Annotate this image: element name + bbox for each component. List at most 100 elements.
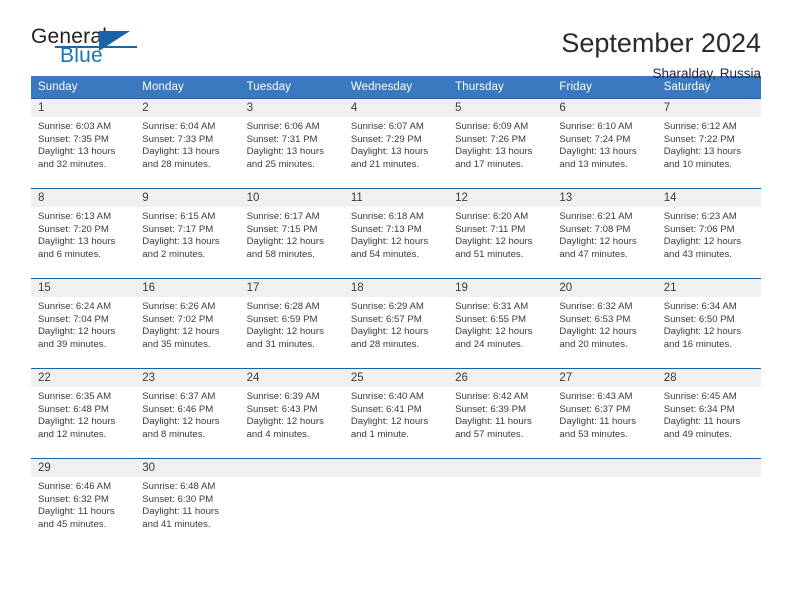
- daylight-text: Daylight: 12 hours and 47 minutes.: [559, 236, 637, 260]
- day-number: 11: [343, 189, 449, 207]
- day-number: 4: [343, 99, 449, 117]
- day-cell[interactable]: 17 Sunrise: 6:28 AM Sunset: 6:59 PM Dayl…: [239, 278, 344, 369]
- day-details: Sunrise: 6:23 AM Sunset: 7:06 PM Dayligh…: [657, 207, 761, 269]
- day-number: 16: [135, 279, 240, 297]
- day-cell[interactable]: 26 Sunrise: 6:42 AM Sunset: 6:39 PM Dayl…: [448, 368, 553, 459]
- page-header: General Blue September 2024 Sharalday, R…: [31, 0, 761, 82]
- daylight-text: Daylight: 13 hours and 17 minutes.: [455, 146, 533, 170]
- sunrise-text: Sunrise: 6:37 AM: [142, 391, 216, 402]
- sunset-text: Sunset: 7:17 PM: [142, 223, 214, 235]
- day-cell[interactable]: 6 Sunrise: 6:10 AM Sunset: 7:24 PM Dayli…: [552, 98, 657, 189]
- daylight-text: Daylight: 12 hours and 43 minutes.: [663, 236, 742, 260]
- sunrise-text: Sunrise: 6:31 AM: [455, 301, 529, 312]
- day-details: Sunrise: 6:10 AM Sunset: 7:24 PM Dayligh…: [552, 117, 656, 179]
- daylight-text: Daylight: 12 hours and 51 minutes.: [455, 236, 533, 260]
- day-details: Sunrise: 6:37 AM Sunset: 6:46 PM Dayligh…: [135, 387, 239, 449]
- day-cell[interactable]: 10 Sunrise: 6:17 AM Sunset: 7:15 PM Dayl…: [239, 188, 344, 279]
- daylight-text: Daylight: 13 hours and 10 minutes.: [663, 146, 742, 170]
- day-cell[interactable]: 8 Sunrise: 6:13 AM Sunset: 7:20 PM Dayli…: [31, 188, 136, 279]
- sunrise-sunset-calendar-table: Sunday Monday Tuesday Wednesday Thursday…: [31, 76, 761, 547]
- week-row: 22 Sunrise: 6:35 AM Sunset: 6:48 PM Dayl…: [31, 368, 761, 459]
- day-cell[interactable]: 16 Sunrise: 6:26 AM Sunset: 7:02 PM Dayl…: [135, 278, 240, 369]
- sunrise-text: Sunrise: 6:07 AM: [350, 121, 424, 132]
- sunrise-text: Sunrise: 6:13 AM: [38, 211, 112, 222]
- day-details: Sunrise: 6:07 AM Sunset: 7:29 PM Dayligh…: [344, 117, 448, 179]
- day-cell[interactable]: 2 Sunrise: 6:04 AM Sunset: 7:33 PM Dayli…: [135, 98, 240, 189]
- day-cell[interactable]: 9 Sunrise: 6:15 AM Sunset: 7:17 PM Dayli…: [135, 188, 240, 279]
- day-details: Sunrise: 6:45 AM Sunset: 6:34 PM Dayligh…: [657, 387, 761, 449]
- day-cell[interactable]: 29 Sunrise: 6:46 AM Sunset: 6:32 PM Dayl…: [31, 458, 136, 547]
- day-number: 9: [135, 189, 240, 207]
- day-cell-empty: [343, 458, 449, 547]
- sunrise-text: Sunrise: 6:20 AM: [455, 211, 529, 222]
- daylight-text: Daylight: 11 hours and 57 minutes.: [455, 416, 532, 440]
- day-cell-empty: [656, 458, 761, 547]
- day-cell[interactable]: 11 Sunrise: 6:18 AM Sunset: 7:13 PM Dayl…: [343, 188, 449, 279]
- day-details: Sunrise: 6:15 AM Sunset: 7:17 PM Dayligh…: [135, 207, 239, 269]
- weekday-header-wednesday: Wednesday: [343, 76, 449, 99]
- sunset-text: Sunset: 6:43 PM: [246, 403, 318, 415]
- sunset-text: Sunset: 6:30 PM: [142, 493, 214, 505]
- daylight-text: Daylight: 12 hours and 16 minutes.: [663, 326, 742, 350]
- day-number: 17: [239, 279, 344, 297]
- sunrise-text: Sunrise: 6:32 AM: [559, 301, 633, 312]
- day-number: 27: [552, 369, 657, 387]
- day-number: 20: [552, 279, 657, 297]
- day-details: Sunrise: 6:13 AM Sunset: 7:20 PM Dayligh…: [31, 207, 135, 269]
- day-number: 6: [552, 99, 657, 117]
- day-cell[interactable]: 5 Sunrise: 6:09 AM Sunset: 7:26 PM Dayli…: [448, 98, 553, 189]
- sunrise-text: Sunrise: 6:24 AM: [38, 301, 112, 312]
- day-cell[interactable]: 4 Sunrise: 6:07 AM Sunset: 7:29 PM Dayli…: [343, 98, 449, 189]
- day-cell[interactable]: 3 Sunrise: 6:06 AM Sunset: 7:31 PM Dayli…: [239, 98, 344, 189]
- day-cell[interactable]: 25 Sunrise: 6:40 AM Sunset: 6:41 PM Dayl…: [343, 368, 449, 459]
- day-cell[interactable]: 30 Sunrise: 6:48 AM Sunset: 6:30 PM Dayl…: [135, 458, 240, 547]
- day-number: 24: [239, 369, 344, 387]
- sunrise-text: Sunrise: 6:09 AM: [455, 121, 529, 132]
- day-cell[interactable]: 13 Sunrise: 6:21 AM Sunset: 7:08 PM Dayl…: [552, 188, 657, 279]
- sunset-text: Sunset: 6:50 PM: [663, 313, 735, 325]
- day-cell[interactable]: 14 Sunrise: 6:23 AM Sunset: 7:06 PM Dayl…: [656, 188, 761, 279]
- day-details: Sunrise: 6:34 AM Sunset: 6:50 PM Dayligh…: [657, 297, 761, 359]
- daylight-text: Daylight: 11 hours and 49 minutes.: [663, 416, 741, 440]
- daylight-text: Daylight: 11 hours and 53 minutes.: [559, 416, 637, 440]
- day-number: 12: [448, 189, 553, 207]
- day-cell[interactable]: 18 Sunrise: 6:29 AM Sunset: 6:57 PM Dayl…: [343, 278, 449, 369]
- sunset-text: Sunset: 6:32 PM: [38, 493, 109, 505]
- day-number: 3: [239, 99, 344, 117]
- sunrise-text: Sunrise: 6:29 AM: [350, 301, 424, 312]
- day-details: Sunrise: 6:26 AM Sunset: 7:02 PM Dayligh…: [135, 297, 239, 359]
- sunset-text: Sunset: 7:08 PM: [559, 223, 631, 235]
- sunrise-text: Sunrise: 6:21 AM: [559, 211, 633, 222]
- day-cell[interactable]: 23 Sunrise: 6:37 AM Sunset: 6:46 PM Dayl…: [135, 368, 240, 459]
- day-details: Sunrise: 6:48 AM Sunset: 6:30 PM Dayligh…: [135, 477, 239, 539]
- day-cell[interactable]: 19 Sunrise: 6:31 AM Sunset: 6:55 PM Dayl…: [448, 278, 553, 369]
- day-cell-empty: [552, 458, 657, 547]
- sunrise-text: Sunrise: 6:28 AM: [246, 301, 320, 312]
- day-details: Sunrise: 6:46 AM Sunset: 6:32 PM Dayligh…: [31, 477, 135, 539]
- day-cell[interactable]: 15 Sunrise: 6:24 AM Sunset: 7:04 PM Dayl…: [31, 278, 136, 369]
- day-number: 5: [448, 99, 553, 117]
- day-cell[interactable]: 22 Sunrise: 6:35 AM Sunset: 6:48 PM Dayl…: [31, 368, 136, 459]
- general-blue-logo[interactable]: General Blue: [31, 26, 139, 72]
- sunrise-text: Sunrise: 6:12 AM: [663, 121, 737, 132]
- sunrise-text: Sunrise: 6:06 AM: [246, 121, 320, 132]
- day-cell[interactable]: 12 Sunrise: 6:20 AM Sunset: 7:11 PM Dayl…: [448, 188, 553, 279]
- day-cell[interactable]: 24 Sunrise: 6:39 AM Sunset: 6:43 PM Dayl…: [239, 368, 344, 459]
- day-cell[interactable]: 28 Sunrise: 6:45 AM Sunset: 6:34 PM Dayl…: [656, 368, 761, 459]
- sunrise-text: Sunrise: 6:18 AM: [350, 211, 424, 222]
- day-number: 10: [239, 189, 344, 207]
- week-row: 15 Sunrise: 6:24 AM Sunset: 7:04 PM Dayl…: [31, 278, 761, 369]
- day-details: Sunrise: 6:31 AM Sunset: 6:55 PM Dayligh…: [448, 297, 552, 359]
- day-cell[interactable]: 7 Sunrise: 6:12 AM Sunset: 7:22 PM Dayli…: [656, 98, 761, 189]
- day-number: 21: [656, 279, 761, 297]
- daylight-text: Daylight: 12 hours and 58 minutes.: [246, 236, 324, 260]
- day-cell[interactable]: 27 Sunrise: 6:43 AM Sunset: 6:37 PM Dayl…: [552, 368, 657, 459]
- sunset-text: Sunset: 7:04 PM: [38, 313, 109, 325]
- title-block: September 2024 Sharalday, Russia: [561, 26, 761, 83]
- daylight-text: Daylight: 13 hours and 13 minutes.: [559, 146, 637, 170]
- day-cell[interactable]: 20 Sunrise: 6:32 AM Sunset: 6:53 PM Dayl…: [552, 278, 657, 369]
- logo-text-blue: Blue: [60, 44, 103, 67]
- day-cell[interactable]: 21 Sunrise: 6:34 AM Sunset: 6:50 PM Dayl…: [656, 278, 761, 369]
- day-cell[interactable]: 1 Sunrise: 6:03 AM Sunset: 7:35 PM Dayli…: [31, 98, 136, 189]
- daylight-text: Daylight: 11 hours and 41 minutes.: [142, 506, 219, 530]
